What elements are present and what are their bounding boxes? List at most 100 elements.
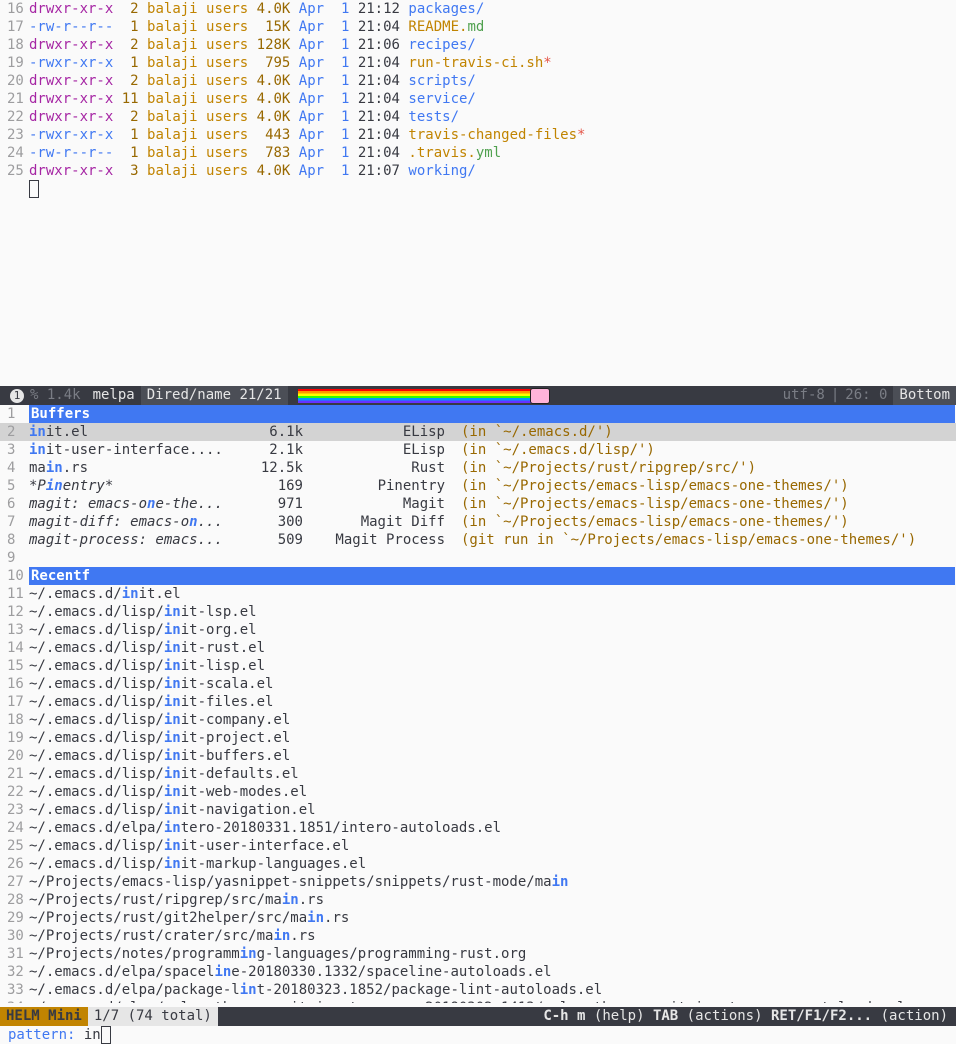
buffer-candidate[interactable]: 7 magit-diff: emacs-on... 300 Magit Diff (in… (0, 513, 956, 531)
file-size: 443 (256, 127, 291, 143)
recentf-candidate[interactable]: 17 ~/.emacs.d/lisp/init-files.el (0, 693, 956, 711)
recentf-candidate[interactable]: 23 ~/.emacs.d/lisp/init-navigation.el (0, 801, 956, 819)
recentf-candidate[interactable]: 19 ~/.emacs.d/lisp/init-project.el (0, 729, 956, 747)
file-time: 21:04 (357, 127, 400, 143)
line-number: 6 (7, 496, 16, 512)
recentf-candidate[interactable]: 27 ~/Projects/emacs-lisp/yasnippet-snippe… (0, 873, 956, 891)
executable-marker: * (543, 55, 552, 71)
recentf-header: 10 Recentf (0, 567, 956, 585)
text-cursor (100, 1026, 111, 1044)
file-time: 21:04 (357, 91, 400, 107)
recentf-candidate[interactable]: 29 ~/Projects/rust/git2helper/src/main.rs (0, 909, 956, 927)
file-owner: balaji (147, 145, 198, 161)
line-number: 9 (7, 550, 16, 566)
recentf-candidate[interactable]: 32 ~/.emacs.d/elpa/spaceline-20180330.133… (0, 963, 956, 981)
recent-file-path: ~/.emacs.d/lisp/init-defaults.el (29, 766, 299, 782)
file-size: 128K (256, 37, 291, 53)
directory-name[interactable]: recipes/ (408, 37, 475, 53)
recent-file-path: ~/.emacs.d/lisp/init-lisp.el (29, 658, 266, 674)
buffer-candidate[interactable]: 6 magit: emacs-one-the... 971 Magit (in `~/P… (0, 495, 956, 513)
dired-row[interactable]: 20 drwxr-xr-x 2 balaji users 4.0K Apr 1 2… (0, 72, 956, 90)
executable-name[interactable]: travis-changed-files (408, 127, 577, 143)
recentf-candidate[interactable]: 26 ~/.emacs.d/lisp/init-markup-languages.… (0, 855, 956, 873)
link-count: 2 (121, 1, 139, 17)
dired-row[interactable]: 25 drwxr-xr-x 3 balaji users 4.0K Apr 1 2… (0, 162, 956, 180)
executable-name[interactable]: run-travis-ci.sh (408, 55, 543, 71)
recent-file-path: ~/Projects/rust/git2helper/src/main.rs (29, 910, 350, 926)
dired-row[interactable]: 24 -rw-r--r-- 1 balaji users 783 Apr 1 21… (0, 144, 956, 162)
dired-row[interactable]: 23 -rwxr-xr-x 1 balaji users 443 Apr 1 21… (0, 126, 956, 144)
line-number: 19 (7, 730, 24, 746)
buffer-candidate[interactable]: 3 init-user-interface.... 2.1k ELisp (in `~/… (0, 441, 956, 459)
dired-row[interactable]: 16 drwxr-xr-x 2 balaji users 4.0K Apr 1 2… (0, 0, 956, 18)
recentf-candidate[interactable]: 25 ~/.emacs.d/lisp/init-user-interface.el (0, 837, 956, 855)
file-group: users (206, 1, 249, 17)
recentf-candidate[interactable]: 21 ~/.emacs.d/lisp/init-defaults.el (0, 765, 956, 783)
recent-file-path: ~/.emacs.d/lisp/init-company.el (29, 712, 291, 728)
dired-row[interactable]: 18 drwxr-xr-x 2 balaji users 128K Apr 1 2… (0, 36, 956, 54)
buffer-path: (in `~/Projects/emacs-lisp/emacs-one-the… (461, 478, 849, 494)
directory-name[interactable]: tests/ (408, 109, 459, 125)
pattern-match: in (29, 424, 46, 440)
line-number: 5 (7, 478, 16, 494)
file-size: 4.0K (256, 91, 291, 107)
recentf-candidate[interactable]: 15 ~/.emacs.d/lisp/init-lisp.el (0, 657, 956, 675)
recentf-candidate[interactable]: 22 ~/.emacs.d/lisp/init-web-modes.el (0, 783, 956, 801)
directory-name[interactable]: service/ (408, 91, 475, 107)
link-count: 1 (121, 145, 139, 161)
helm-candidates[interactable]: 1 Buffers 2 init.el 6.1k ELisp (in `~/.emacs.d… (0, 405, 956, 1003)
buffer-name: init-user-interface.... (29, 442, 223, 458)
dired-row[interactable]: 22 drwxr-xr-x 2 balaji users 4.0K Apr 1 2… (0, 108, 956, 126)
line-number: 8 (7, 532, 16, 548)
file-name[interactable]: .travis.yml (408, 145, 501, 161)
recentf-candidate[interactable]: 30 ~/Projects/rust/crater/src/main.rs (0, 927, 956, 945)
directory-name[interactable]: scripts/ (408, 73, 475, 89)
recent-file-path: ~/Projects/rust/crater/src/main.rs (29, 928, 316, 944)
minibuffer[interactable]: pattern: in (0, 1026, 956, 1044)
recentf-candidate[interactable]: 31 ~/Projects/notes/programming-languages… (0, 945, 956, 963)
recentf-candidate[interactable]: 20 ~/.emacs.d/lisp/init-buffers.el (0, 747, 956, 765)
line-number: 17 (7, 19, 24, 35)
mode-line-separator: | (830, 387, 840, 403)
file-month: Apr (298, 55, 325, 71)
buffers-header: 1 Buffers (0, 405, 956, 423)
dired-row[interactable]: 21 drwxr-xr-x 11 balaji users 4.0K Apr 1 … (0, 90, 956, 108)
buffer-candidate[interactable]: 2 init.el 6.1k ELisp (in `~/.emacs.d/') (0, 423, 956, 441)
buffer-path: (in `~/.emacs.d/lisp/') (461, 442, 655, 458)
recentf-candidate[interactable]: 14 ~/.emacs.d/lisp/init-rust.el (0, 639, 956, 657)
buffer-name: init.el (29, 424, 89, 440)
buffer-candidate[interactable]: 4 main.rs 12.5k Rust (in `~/Projects/rust/ri… (0, 459, 956, 477)
line-number: 27 (7, 874, 24, 890)
buffer-name: magit: emacs-one-the... (29, 496, 223, 512)
file-month: Apr (298, 37, 325, 53)
dired-row[interactable]: 19 -rwxr-xr-x 1 balaji users 795 Apr 1 21… (0, 54, 956, 72)
encoding: utf-8 (782, 387, 825, 403)
recentf-candidate[interactable]: 24 ~/.emacs.d/elpa/intero-20180331.1851/i… (0, 819, 956, 837)
pattern-match: n (147, 496, 156, 512)
recentf-candidate[interactable]: 28 ~/Projects/rust/ripgrep/src/main.rs (0, 891, 956, 909)
recentf-candidate[interactable]: 16 ~/.emacs.d/lisp/init-scala.el (0, 675, 956, 693)
dired-buffer[interactable]: 16 drwxr-xr-x 2 balaji users 4.0K Apr 1 2… (0, 0, 956, 386)
recentf-candidate[interactable]: 18 ~/.emacs.d/lisp/init-company.el (0, 711, 956, 729)
recentf-candidate[interactable]: 13 ~/.emacs.d/lisp/init-org.el (0, 621, 956, 639)
file-owner: balaji (147, 163, 198, 179)
recentf-candidate[interactable]: 33 ~/.emacs.d/elpa/package-lint-20180323.… (0, 981, 956, 999)
line-number: 14 (7, 640, 24, 656)
file-name[interactable]: README.md (408, 19, 484, 35)
pattern-match: in (163, 676, 181, 692)
recentf-candidate[interactable]: 11 ~/.emacs.d/init.el (0, 585, 956, 603)
recent-file-path: ~/.emacs.d/lisp/init-web-modes.el (29, 784, 308, 800)
recentf-candidate[interactable]: 12 ~/.emacs.d/lisp/init-lsp.el (0, 603, 956, 621)
pattern-input[interactable]: in (84, 1027, 101, 1043)
buffer-candidate[interactable]: 8 magit-process: emacs... 509 Magit Process… (0, 531, 956, 549)
point-cursor (29, 180, 39, 198)
dired-row[interactable]: 17 -rw-r--r-- 1 balaji users 15K Apr 1 21… (0, 18, 956, 36)
directory-name[interactable]: packages/ (408, 1, 484, 17)
directory-name[interactable]: working/ (408, 163, 475, 179)
recentf-candidate[interactable]: 34~/.emacs.d/elpa/color-theme-sanityinc-… (0, 999, 956, 1003)
buffer-candidate[interactable]: 5 *Pinentry* 169 Pinentry (in `~/Projects/em… (0, 477, 956, 495)
file-size: 4.0K (256, 73, 291, 89)
recent-file-path: ~/.emacs.d/elpa/package-lint-20180323.18… (29, 982, 603, 998)
pattern-match: in (163, 784, 181, 800)
executable-marker: * (577, 127, 586, 143)
